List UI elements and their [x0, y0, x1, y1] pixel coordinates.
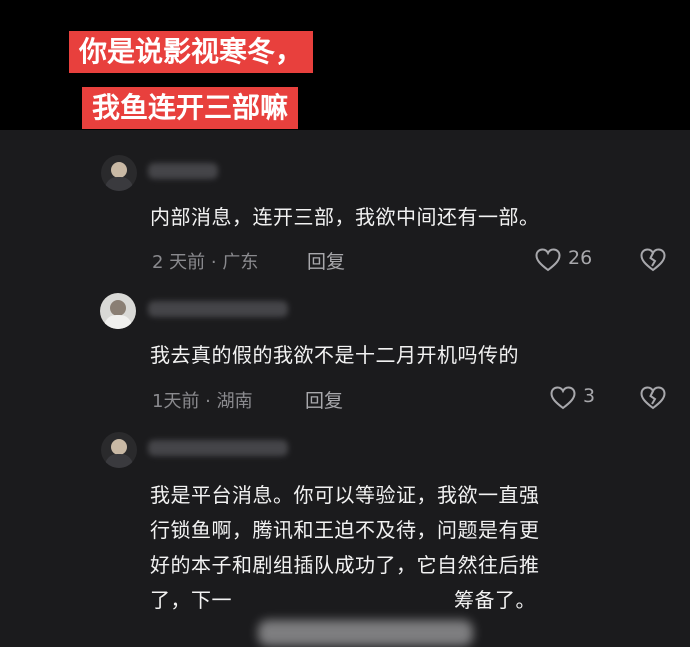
caption-line-1: 你是说影视寒冬，	[69, 31, 314, 73]
like-count: 3	[583, 385, 596, 407]
video-caption-area: 你是说影视寒冬， 我鱼连开三部嘛	[0, 0, 690, 130]
reply-button[interactable]: 回复	[307, 247, 345, 274]
heart-outline-icon[interactable]	[550, 386, 576, 410]
broken-heart-icon[interactable]	[640, 248, 666, 272]
comment-text: 我去真的假的我欲不是十二月开机吗传的	[150, 343, 519, 367]
heart-outline-icon[interactable]	[535, 248, 561, 272]
reply-button[interactable]: 回复	[305, 386, 343, 413]
caption-line-2: 我鱼连开三部嘛	[82, 87, 299, 129]
overlay-watermark	[258, 620, 473, 646]
avatar[interactable]	[101, 155, 137, 191]
username-redacted[interactable]	[148, 440, 288, 456]
avatar[interactable]	[101, 432, 137, 468]
broken-heart-icon[interactable]	[640, 386, 666, 410]
comment-time-location: 1天前 · 湖南	[152, 391, 253, 412]
avatar[interactable]	[100, 293, 136, 329]
username-redacted[interactable]	[148, 163, 218, 179]
comment-text: 我是平台消息。你可以等验证，我欲一直强 行锁鱼啊，腾讯和王迫不及待，问题是有更 …	[150, 483, 540, 612]
comment-text: 内部消息，连开三部，我欲中间还有一部。	[150, 205, 540, 229]
like-count: 26	[568, 247, 593, 269]
comment-time-location: 2 天前 · 广东	[152, 252, 259, 273]
username-redacted[interactable]	[148, 301, 288, 317]
